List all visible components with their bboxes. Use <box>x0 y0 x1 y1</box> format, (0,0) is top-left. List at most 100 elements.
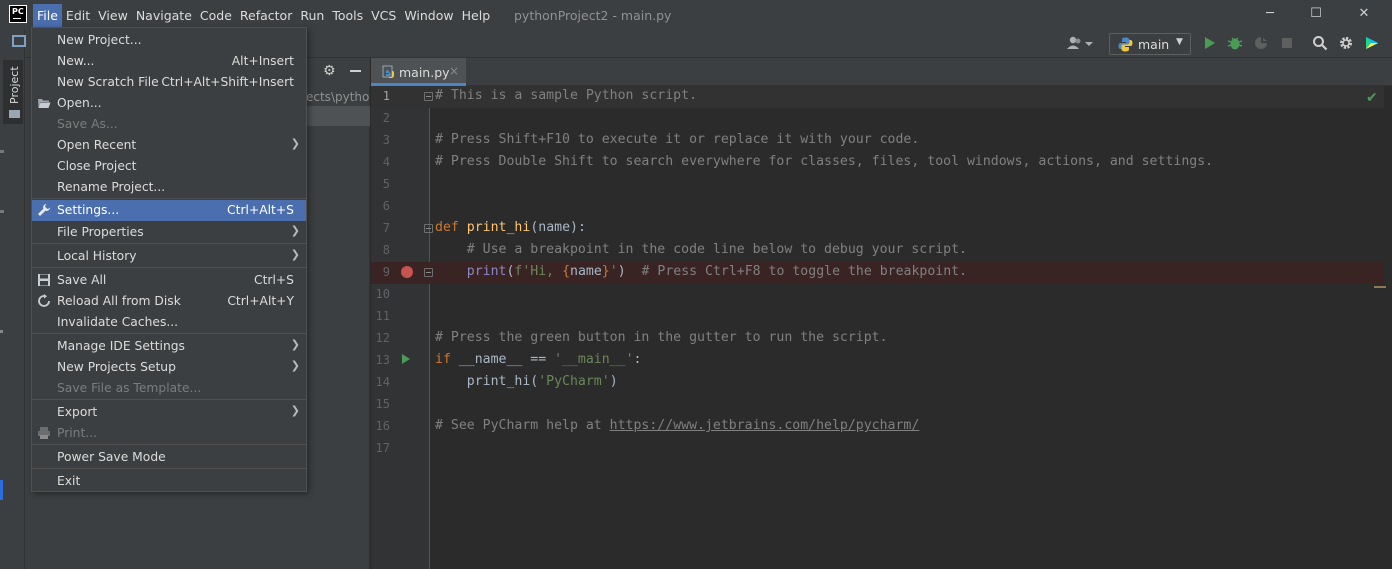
run-icon[interactable] <box>1202 35 1218 51</box>
menu-navigate[interactable]: Navigate <box>132 4 196 27</box>
menu-item-settings[interactable]: Settings... Ctrl+Alt+S <box>32 200 306 221</box>
line-number: 15 <box>375 397 390 411</box>
submenu-arrow-icon: ❯ <box>290 404 300 417</box>
line-number: 7 <box>382 221 390 235</box>
code-line-8: # Use a breakpoint in the code line belo… <box>435 242 967 257</box>
menu-window[interactable]: Window <box>400 4 457 27</box>
window-title: pythonProject2 - main.py <box>514 8 672 23</box>
code-fstring-brace: { <box>562 264 571 279</box>
code-string: f'Hi, <box>514 264 563 279</box>
menu-item-save-as: Save As... <box>32 114 306 135</box>
menu-item-export[interactable]: Export ❯ <box>32 402 306 423</box>
line-number: 14 <box>375 375 390 389</box>
menu-separator <box>32 333 306 334</box>
menu-item-save-all[interactable]: Save All Ctrl+S <box>32 270 306 291</box>
menu-edit[interactable]: Edit <box>62 4 94 27</box>
user-icon[interactable] <box>1066 35 1094 51</box>
menu-item-exit[interactable]: Exit <box>32 471 306 492</box>
menu-item-label: Manage IDE Settings <box>57 339 185 353</box>
menu-code[interactable]: Code <box>196 4 236 27</box>
menu-item-file-properties[interactable]: File Properties ❯ <box>32 222 306 243</box>
menu-item-label: Invalidate Caches... <box>57 315 179 329</box>
breakpoint-icon[interactable] <box>401 266 413 278</box>
submenu-arrow-icon: ❯ <box>290 137 300 150</box>
menu-separator <box>32 267 306 268</box>
menu-item-reload-all-from-disk[interactable]: Reload All from Disk Ctrl+Alt+Y <box>32 291 306 312</box>
code-comment: # Press Ctrl+F8 to toggle the breakpoint… <box>625 264 968 279</box>
run-configuration-selector[interactable]: main ▼ <box>1109 33 1191 55</box>
open-folder-icon <box>38 99 51 108</box>
menu-item-label: Open Recent <box>57 138 137 152</box>
menu-separator <box>32 243 306 244</box>
menu-item-power-save-mode[interactable]: Power Save Mode <box>32 447 306 468</box>
fold-icon[interactable] <box>424 224 433 233</box>
minimize-icon[interactable] <box>350 70 361 72</box>
menu-refactor[interactable]: Refactor <box>236 4 296 27</box>
menu-separator <box>32 399 306 400</box>
menu-item-new-scratch-file[interactable]: New Scratch File Ctrl+Alt+Shift+Insert <box>32 72 306 93</box>
menu-item-open-recent[interactable]: Open Recent ❯ <box>32 135 306 156</box>
structure-icon[interactable] <box>12 35 26 47</box>
menu-item-label: Exit <box>57 474 81 488</box>
project-panel-header <box>306 58 370 86</box>
code-comment: # Use a breakpoint in the code line belo… <box>435 242 967 257</box>
close-icon[interactable]: × <box>449 64 459 78</box>
menu-item-label: Settings... <box>57 203 120 217</box>
menu-item-new-project[interactable]: New Project... <box>32 30 306 51</box>
line-number: 2 <box>382 111 390 125</box>
line-number: 17 <box>375 441 390 455</box>
stop-icon[interactable] <box>1279 35 1295 51</box>
project-tree-selected-row[interactable] <box>306 106 370 126</box>
error-stripe-mark[interactable] <box>1374 286 1386 288</box>
menu-item-rename-project[interactable]: Rename Project... <box>32 177 306 198</box>
minimize-window-button[interactable]: ─ <box>1261 6 1279 22</box>
code-text: : <box>633 352 642 367</box>
menu-item-open[interactable]: Open... <box>32 93 306 114</box>
fold-icon[interactable] <box>424 92 433 101</box>
menu-view[interactable]: View <box>94 4 132 27</box>
submenu-arrow-icon: ❯ <box>290 338 300 351</box>
line-number: 13 <box>375 353 390 367</box>
menu-item-new-projects-setup[interactable]: New Projects Setup ❯ <box>32 357 306 378</box>
editor-scrollbar[interactable] <box>1384 86 1392 569</box>
debug-icon[interactable] <box>1227 35 1243 51</box>
menu-vcs[interactable]: VCS <box>367 4 400 27</box>
code-text: print_hi( <box>435 374 539 389</box>
submenu-arrow-icon: ❯ <box>290 359 300 372</box>
help-link[interactable]: https://www.jetbrains.com/help/pycharm/ <box>610 418 920 433</box>
jetbrains-toolbox-icon[interactable] <box>1364 35 1380 51</box>
code-line-14: print_hi('PyCharm') <box>435 374 618 389</box>
code-line-3: # Press Shift+F10 to execute it or repla… <box>435 132 919 147</box>
python-icon <box>1118 37 1133 52</box>
menu-item-manage-ide-settings[interactable]: Manage IDE Settings ❯ <box>32 336 306 357</box>
code-string: '__main__' <box>554 352 634 367</box>
menu-item-new[interactable]: New... Alt+Insert <box>32 51 306 72</box>
close-window-button[interactable]: ✕ <box>1355 6 1373 22</box>
menu-item-close-project[interactable]: Close Project <box>32 156 306 177</box>
menu-run[interactable]: Run <box>296 4 328 27</box>
menu-item-invalidate-caches[interactable]: Invalidate Caches... <box>32 312 306 333</box>
gear-icon[interactable]: ⚙ <box>323 63 336 79</box>
menu-item-local-history[interactable]: Local History ❯ <box>32 246 306 267</box>
line-number: 12 <box>375 331 390 345</box>
line-number: 5 <box>382 177 390 191</box>
fold-icon[interactable] <box>424 268 433 277</box>
code-text: ) <box>617 264 626 279</box>
run-gutter-icon[interactable] <box>402 354 410 364</box>
code-string: 'PyCharm' <box>538 374 610 389</box>
gear-icon[interactable] <box>1338 35 1354 51</box>
code-line-12: # Press the green button in the gutter t… <box>435 330 888 345</box>
code-builtin: print <box>466 264 507 279</box>
pycharm-logo-icon: PC <box>9 5 27 23</box>
menu-tools[interactable]: Tools <box>328 4 367 27</box>
menu-file[interactable]: File <box>33 4 62 27</box>
inspection-ok-icon[interactable]: ✔ <box>1366 90 1378 106</box>
tab-main-py[interactable]: main.py × <box>371 58 466 86</box>
coverage-icon[interactable] <box>1253 35 1269 51</box>
code-line-16: # See PyCharm help at https://www.jetbra… <box>435 418 919 433</box>
search-icon[interactable] <box>1312 35 1328 51</box>
menu-item-shortcut: Alt+Insert <box>231 54 294 68</box>
maximize-window-button[interactable]: ☐ <box>1307 6 1325 22</box>
menu-help[interactable]: Help <box>458 4 495 27</box>
